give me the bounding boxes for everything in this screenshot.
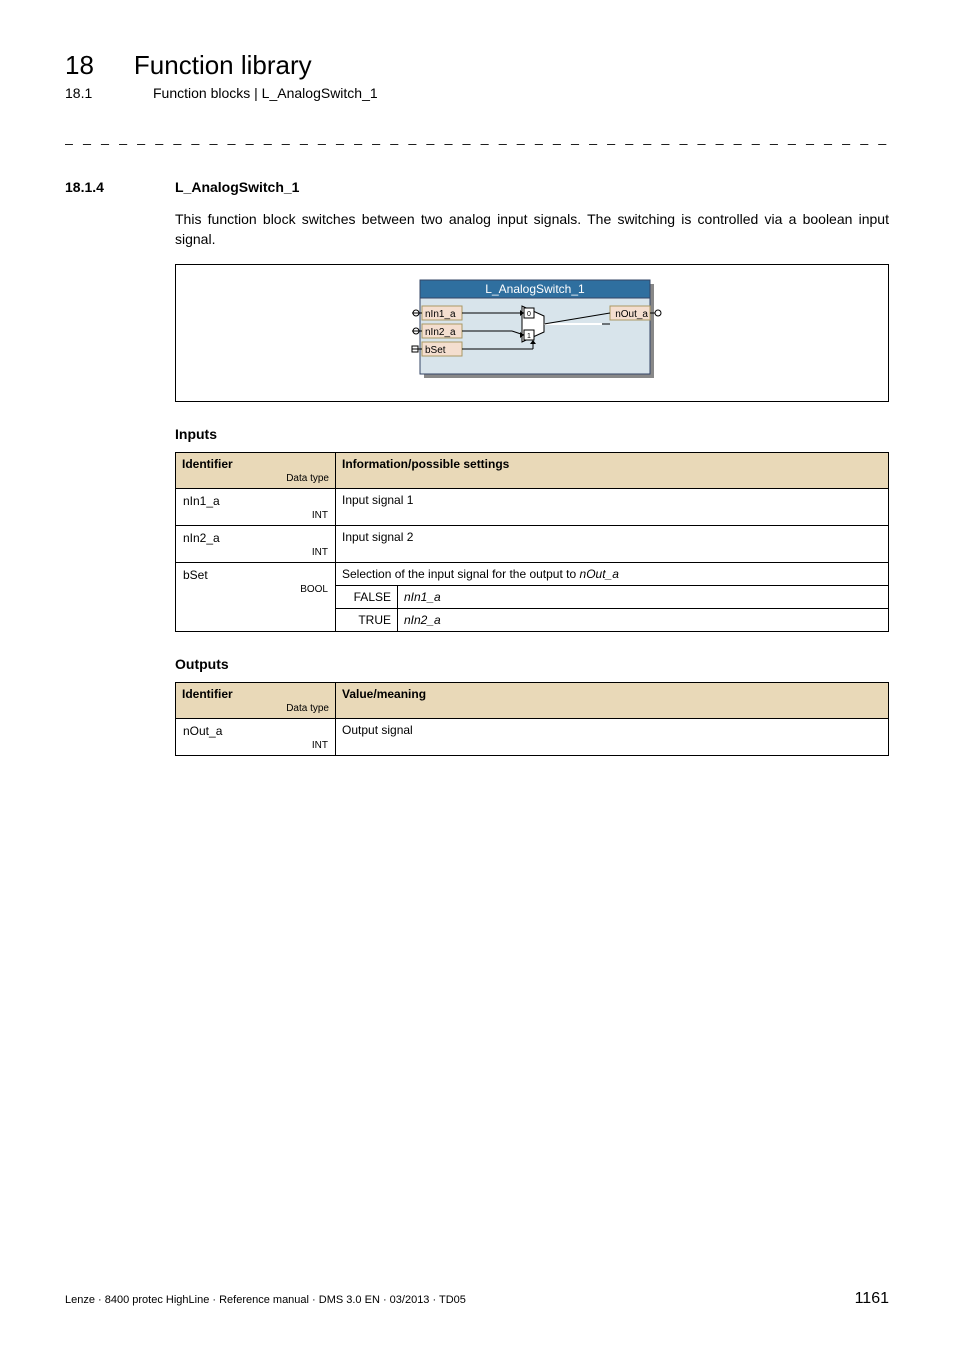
footer-text: Lenze · 8400 protec HighLine · Reference…	[65, 1294, 466, 1306]
chapter-title: Function library	[134, 50, 312, 81]
input-dtype: INT	[177, 547, 334, 561]
section-description: This function block switches between two…	[175, 209, 889, 250]
input-id: nIn1_a	[177, 490, 334, 510]
diagram-mux1: 1	[527, 333, 531, 340]
input-id: nIn2_a	[177, 527, 334, 547]
divider: _ _ _ _ _ _ _ _ _ _ _ _ _ _ _ _ _ _ _ _ …	[65, 129, 889, 145]
diagram-title: L_AnalogSwitch_1	[485, 282, 585, 296]
input-dtype: INT	[177, 510, 334, 524]
inputs-table: Identifier Data type Information/possibl…	[175, 452, 889, 632]
block-diagram: L_AnalogSwitch_1 nIn1_a nIn2_a bSet 0	[175, 264, 889, 402]
table-row: nOut_a INT Output signal	[176, 718, 889, 755]
input-dtype: BOOL	[177, 584, 334, 598]
bset-info-text: Selection of the input signal for the ou…	[342, 567, 576, 581]
input-info: Selection of the input signal for the ou…	[336, 562, 889, 585]
page-number: 1161	[855, 1290, 889, 1308]
outputs-col-info: Value/meaning	[336, 682, 889, 718]
table-row: nIn1_a INT Input signal 1	[176, 488, 889, 525]
outputs-heading: Outputs	[175, 656, 889, 672]
th-identifier-text: Identifier	[182, 457, 233, 471]
bset-info-ital: nOut_a	[580, 567, 619, 581]
section-number: 18.1.4	[65, 179, 135, 195]
diagram-out-label: nOut_a	[615, 309, 648, 320]
outputs-col-identifier: Identifier Data type	[176, 682, 336, 718]
bset-true-value: nIn2_a	[398, 608, 889, 631]
subsection-title: Function blocks | L_AnalogSwitch_1	[153, 85, 378, 101]
inputs-col-info: Information/possible settings	[336, 452, 889, 488]
diagram-bset-label: bSet	[425, 345, 446, 356]
input-info: Input signal 2	[336, 525, 889, 562]
inputs-col-identifier: Identifier Data type	[176, 452, 336, 488]
output-id: nOut_a	[177, 720, 334, 740]
inputs-heading: Inputs	[175, 426, 889, 442]
subsection-number: 18.1	[65, 85, 113, 101]
bset-false-label: FALSE	[336, 585, 398, 608]
bset-false-value: nIn1_a	[398, 585, 889, 608]
diagram-in1-label: nIn1_a	[425, 309, 456, 320]
th-identifier-text: Identifier	[182, 687, 233, 701]
th-datatype-text: Data type	[182, 701, 329, 714]
section-title: L_AnalogSwitch_1	[175, 179, 299, 195]
bset-true-label: TRUE	[336, 608, 398, 631]
output-dtype: INT	[177, 740, 334, 754]
input-info: Input signal 1	[336, 488, 889, 525]
chapter-number: 18	[65, 50, 94, 81]
diagram-in2-label: nIn2_a	[425, 327, 456, 338]
input-id: bSet	[177, 564, 334, 584]
diagram-mux0: 0	[527, 311, 531, 318]
table-row: nIn2_a INT Input signal 2	[176, 525, 889, 562]
table-row: bSet BOOL Selection of the input signal …	[176, 562, 889, 585]
th-datatype-text: Data type	[182, 471, 329, 484]
output-info: Output signal	[336, 718, 889, 755]
outputs-table: Identifier Data type Value/meaning nOut_…	[175, 682, 889, 756]
